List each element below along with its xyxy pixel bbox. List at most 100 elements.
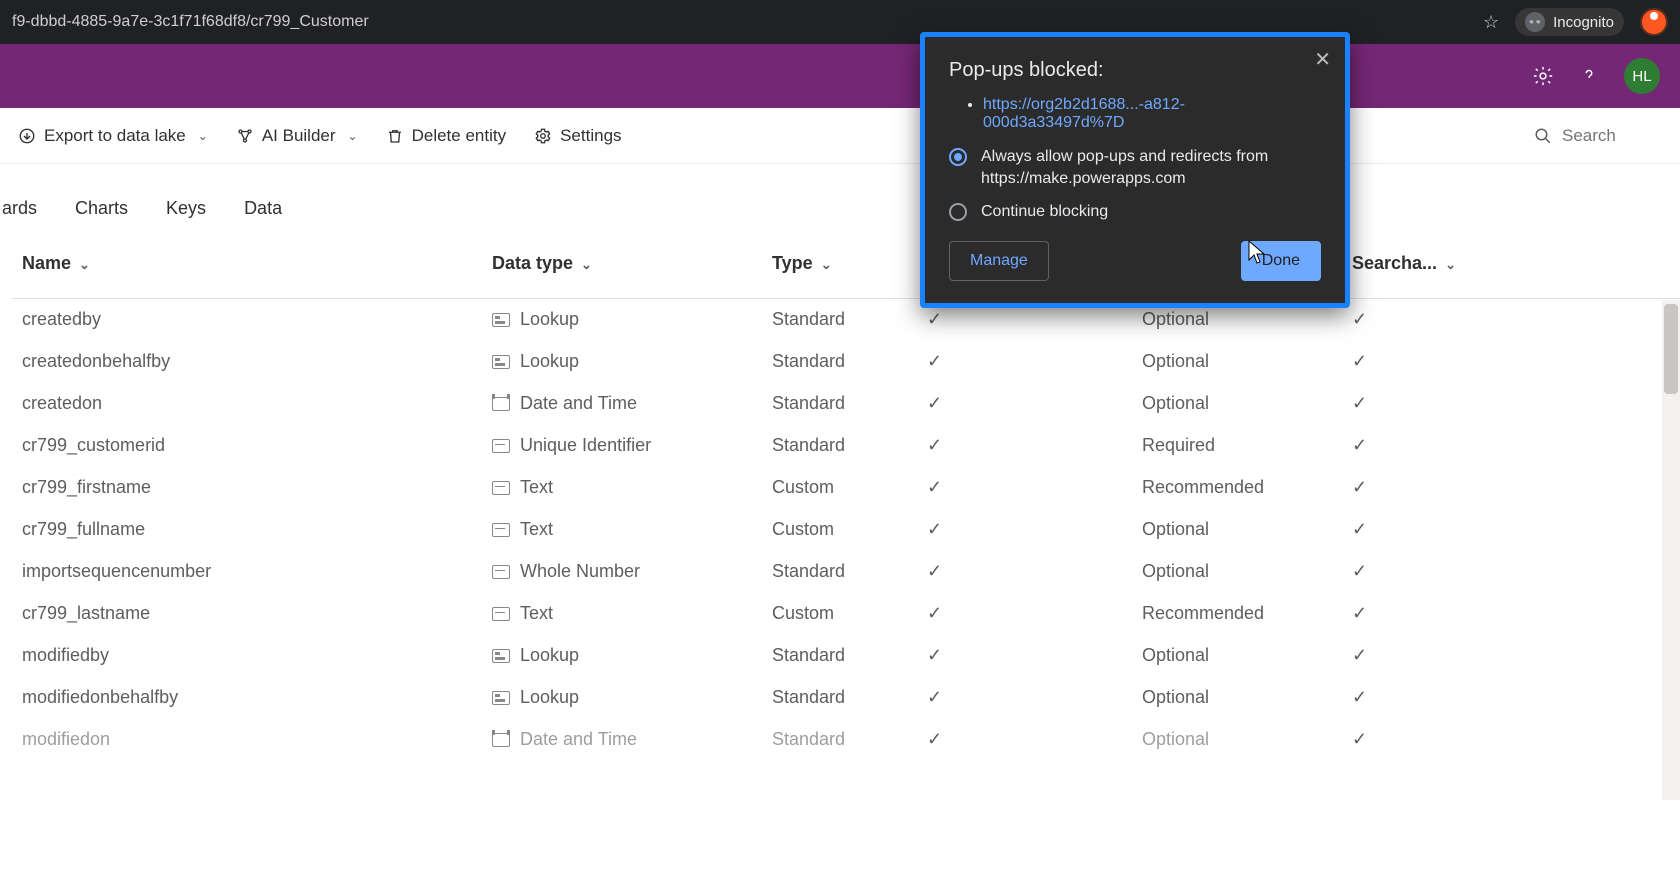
check-icon: ✓ — [1352, 603, 1367, 623]
profile-icon[interactable] — [1640, 8, 1668, 36]
radio-allow[interactable]: Always allow pop-ups and redirects from … — [949, 146, 1321, 191]
delete-label: Delete entity — [412, 126, 507, 146]
check-icon: ✓ — [927, 351, 942, 371]
manage-button[interactable]: Manage — [949, 241, 1049, 281]
cell-required: Optional — [1132, 341, 1342, 383]
settings-gear-icon[interactable] — [1532, 65, 1554, 87]
cell-name: cr799_customerid — [12, 425, 482, 467]
cell-customizable: ✓ — [917, 677, 1132, 719]
cell-searchable: ✓ — [1342, 299, 1680, 341]
cell-type: Custom — [762, 593, 917, 635]
table-row[interactable]: cr799_lastnameTextCustom✓Recommended✓ — [12, 593, 1680, 635]
check-icon: ✓ — [1352, 645, 1367, 665]
done-button[interactable]: Done — [1241, 241, 1321, 281]
tab-dashboards[interactable]: ards — [2, 198, 37, 219]
check-icon: ✓ — [927, 393, 942, 413]
cell-type: Standard — [762, 677, 917, 719]
cell-name: importsequencenumber — [12, 551, 482, 593]
cell-customizable: ✓ — [917, 719, 1132, 761]
popup-title: Pop-ups blocked: — [949, 59, 1321, 82]
cell-type: Custom — [762, 467, 917, 509]
radio-block[interactable]: Continue blocking — [949, 201, 1321, 223]
user-avatar[interactable]: HL — [1624, 58, 1660, 94]
cell-required: Optional — [1132, 719, 1342, 761]
cell-datatype: Text — [482, 509, 762, 551]
col-type[interactable]: Type⌄ — [762, 237, 917, 299]
cell-searchable: ✓ — [1342, 383, 1680, 425]
datatype-icon — [492, 355, 510, 369]
cell-searchable: ✓ — [1342, 341, 1680, 383]
radio-allow-label: Always allow pop-ups and redirects from … — [981, 146, 1321, 191]
cell-name: cr799_firstname — [12, 467, 482, 509]
export-label: Export to data lake — [44, 126, 186, 146]
table-row[interactable]: modifiedbyLookupStandard✓Optional✓ — [12, 635, 1680, 677]
col-datatype[interactable]: Data type⌄ — [482, 237, 762, 299]
incognito-chip[interactable]: 👓 Incognito — [1515, 8, 1624, 36]
export-data-lake-button[interactable]: Export to data lake ⌄ — [18, 126, 208, 146]
cell-required: Optional — [1132, 551, 1342, 593]
settings-label: Settings — [560, 126, 621, 146]
cell-type: Standard — [762, 341, 917, 383]
table-row[interactable]: cr799_fullnameTextCustom✓Optional✓ — [12, 509, 1680, 551]
help-icon[interactable] — [1578, 65, 1600, 87]
incognito-label: Incognito — [1553, 14, 1614, 31]
ai-builder-button[interactable]: AI Builder ⌄ — [236, 126, 358, 146]
blocked-popup-link[interactable]: https://org2b2d1688...-a812-000d3a33497d… — [983, 96, 1185, 131]
cell-type: Standard — [762, 383, 917, 425]
cell-datatype: Lookup — [482, 341, 762, 383]
cell-type: Custom — [762, 509, 917, 551]
cell-customizable: ✓ — [917, 383, 1132, 425]
table-row[interactable]: createdbyLookupStandard✓Optional✓ — [12, 299, 1680, 341]
check-icon: ✓ — [927, 519, 942, 539]
col-searchable[interactable]: Searcha...⌄ — [1342, 237, 1680, 299]
cell-searchable: ✓ — [1342, 551, 1680, 593]
chevron-down-icon: ⌄ — [198, 129, 208, 143]
cell-name: modifiedon — [12, 719, 482, 761]
table-row[interactable]: cr799_firstnameTextCustom✓Recommended✓ — [12, 467, 1680, 509]
table-row[interactable]: createdonbehalfbyLookupStandard✓Optional… — [12, 341, 1680, 383]
cell-name: cr799_fullname — [12, 509, 482, 551]
tab-data[interactable]: Data — [244, 198, 282, 219]
scrollbar-thumb[interactable] — [1664, 304, 1678, 394]
cell-customizable: ✓ — [917, 635, 1132, 677]
cell-name: cr799_lastname — [12, 593, 482, 635]
bookmark-star-icon[interactable]: ☆ — [1483, 12, 1499, 33]
command-bar: Export to data lake ⌄ AI Builder ⌄ Delet… — [0, 108, 1680, 164]
chevron-down-icon: ⌄ — [348, 129, 358, 143]
radio-allow-icon[interactable] — [949, 148, 967, 166]
cell-searchable: ✓ — [1342, 467, 1680, 509]
cell-type: Standard — [762, 425, 917, 467]
check-icon: ✓ — [927, 687, 942, 707]
tab-keys[interactable]: Keys — [166, 198, 206, 219]
table-row[interactable]: createdonDate and TimeStandard✓Optional✓ — [12, 383, 1680, 425]
browser-address-bar: f9-dbbd-4885-9a7e-3c1f71f68df8/cr799_Cus… — [0, 0, 1680, 44]
table-row[interactable]: importsequencenumberWhole NumberStandard… — [12, 551, 1680, 593]
close-icon[interactable]: ✕ — [1314, 47, 1331, 72]
vertical-scrollbar[interactable] — [1662, 300, 1680, 800]
cell-searchable: ✓ — [1342, 509, 1680, 551]
cell-datatype: Lookup — [482, 677, 762, 719]
check-icon: ✓ — [1352, 393, 1367, 413]
check-icon: ✓ — [927, 435, 942, 455]
radio-block-icon[interactable] — [949, 203, 967, 221]
tab-charts[interactable]: Charts — [75, 198, 128, 219]
cell-name: createdby — [12, 299, 482, 341]
table-row[interactable]: cr799_customeridUnique IdentifierStandar… — [12, 425, 1680, 467]
cell-datatype: Date and Time — [482, 719, 762, 761]
delete-entity-button[interactable]: Delete entity — [386, 126, 507, 146]
col-name[interactable]: Name⌄ — [12, 237, 482, 299]
search-area[interactable] — [1534, 126, 1662, 146]
app-header: HL — [0, 44, 1680, 108]
check-icon: ✓ — [1352, 561, 1367, 581]
table-row[interactable]: modifiedonDate and TimeStandard✓Optional… — [12, 719, 1680, 761]
cell-name: createdonbehalfby — [12, 341, 482, 383]
search-input[interactable] — [1562, 126, 1662, 146]
datatype-icon — [492, 649, 510, 663]
table-row[interactable]: modifiedonbehalfbyLookupStandard✓Optiona… — [12, 677, 1680, 719]
cell-required: Optional — [1132, 635, 1342, 677]
cell-type: Standard — [762, 551, 917, 593]
settings-button[interactable]: Settings — [534, 126, 621, 146]
cell-name: createdon — [12, 383, 482, 425]
datatype-icon — [492, 691, 510, 705]
cell-datatype: Whole Number — [482, 551, 762, 593]
